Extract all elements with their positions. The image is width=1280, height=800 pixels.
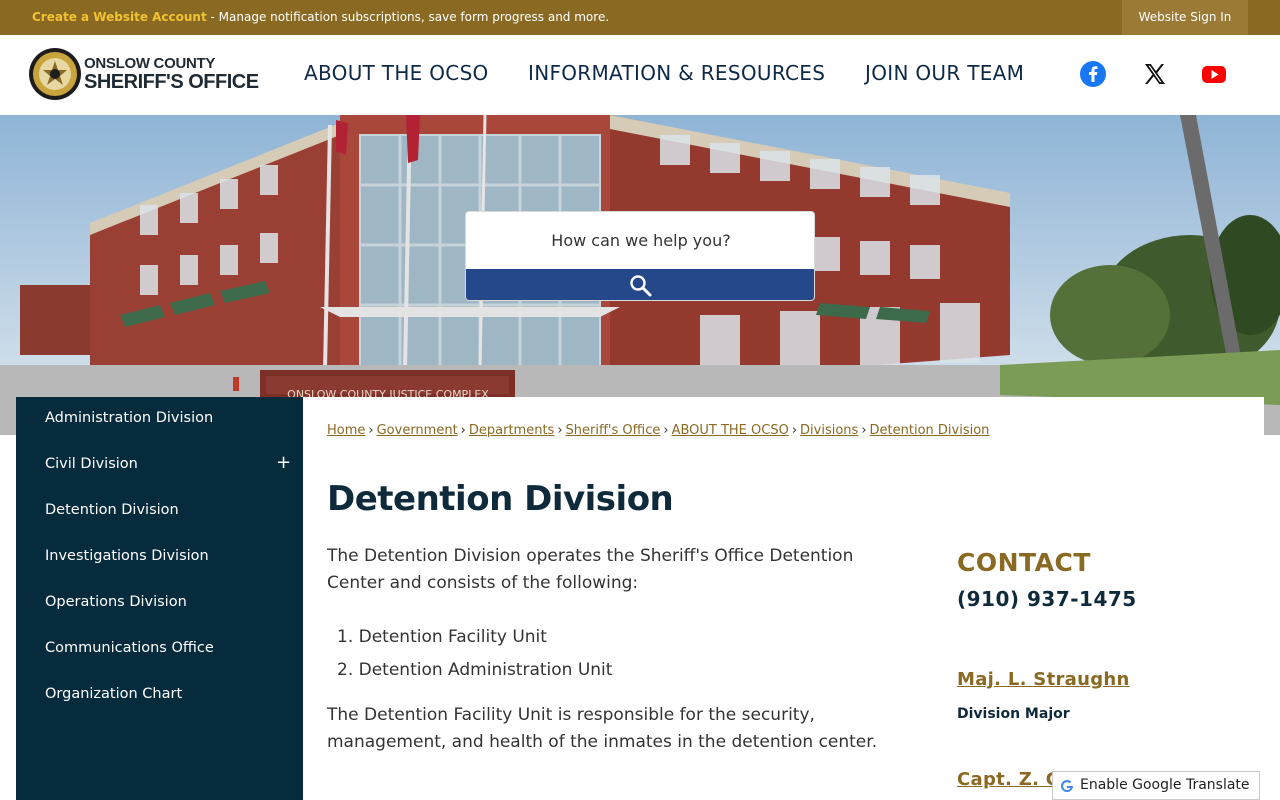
- facebook-icon[interactable]: [1080, 61, 1106, 87]
- account-message: Create a Website Account - Manage notifi…: [32, 10, 609, 24]
- sidebar-item-label: Administration Division: [45, 410, 214, 426]
- sidebar-item-label: Investigations Division: [45, 548, 209, 564]
- breadcrumb-separator: ›: [663, 423, 669, 438]
- youtube-icon[interactable]: [1201, 61, 1227, 87]
- nav-information-resources[interactable]: INFORMATION & RESOURCES: [528, 61, 825, 85]
- search-input[interactable]: [466, 212, 814, 269]
- list-item: 2. Detention Administration Unit: [337, 660, 613, 680]
- breadcrumb-separator: ›: [460, 423, 466, 438]
- breadcrumb-separator: ›: [791, 423, 798, 438]
- google-translate-button[interactable]: Enable Google Translate: [1052, 771, 1260, 800]
- breadcrumb: Home › Government › Departments › Sheriff's Of…: [327, 423, 989, 438]
- google-g-icon: [1059, 778, 1075, 794]
- site-search: [465, 211, 815, 301]
- sidebar-item-label: Civil Division: [45, 456, 138, 472]
- site-logo-text[interactable]: ONSLOW COUNTY SHERIFF'S OFFICE: [84, 55, 259, 93]
- sidebar-item-label: Communications Office: [45, 640, 214, 656]
- intro-paragraph: The Detention Division operates the Sher…: [327, 546, 854, 593]
- sidebar-item-organization-chart[interactable]: Organization Chart: [16, 673, 303, 719]
- breadcrumb-home[interactable]: Home: [327, 423, 365, 438]
- contact-heading: CONTACT: [957, 548, 1091, 577]
- sidebar-nav: Administration Division Civil Division +…: [16, 397, 303, 800]
- sidebar-item-communications-office[interactable]: Communications Office: [16, 627, 303, 673]
- contact-phone[interactable]: (910) 937-1475: [957, 587, 1137, 611]
- sidebar-item-operations-division[interactable]: Operations Division: [16, 581, 303, 627]
- breadcrumb-divisions[interactable]: Divisions: [800, 423, 858, 438]
- unit-list: 1. Detention Facility Unit 2. Detention …: [337, 621, 612, 687]
- sidebar-item-administration-division[interactable]: Administration Division: [16, 397, 303, 443]
- create-account-link[interactable]: Create a Website Account: [32, 10, 207, 24]
- breadcrumb-departments[interactable]: Departments: [469, 423, 554, 438]
- top-utility-bar: Create a Website Account - Manage notifi…: [0, 0, 1280, 35]
- facility-unit-paragraph: The Detention Facility Unit is responsib…: [327, 705, 878, 752]
- contact-person-link[interactable]: Maj. L. Straughn: [957, 669, 1130, 690]
- sidebar-item-label: Operations Division: [45, 594, 187, 610]
- sidebar-item-detention-division[interactable]: Detention Division: [16, 489, 303, 535]
- page-title: Detention Division: [327, 479, 674, 519]
- account-message-text: - Manage notification subscriptions, sav…: [206, 10, 610, 24]
- logo-office: SHERIFF'S OFFICE: [84, 71, 259, 93]
- sidebar-item-civil-division[interactable]: Civil Division +: [16, 443, 303, 489]
- search-icon: [630, 275, 652, 297]
- breadcrumb-sheriffs-office[interactable]: Sheriff's Office: [566, 423, 661, 438]
- breadcrumb-government[interactable]: Government: [377, 423, 458, 438]
- sidebar-item-label: Organization Chart: [45, 686, 183, 702]
- sidebar-item-investigations-division[interactable]: Investigations Division: [16, 535, 303, 581]
- sidebar-item-label: Detention Division: [45, 502, 179, 518]
- breadcrumb-detention-division[interactable]: Detention Division: [870, 423, 990, 438]
- site-header: ONSLOW COUNTY SHERIFF'S OFFICE ABOUT THE…: [0, 35, 1280, 115]
- main-content: Home › Government › Departments › Sheriff's Of…: [303, 397, 1264, 800]
- nav-join-our-team[interactable]: JOIN OUR TEAM: [865, 61, 1024, 85]
- nav-about[interactable]: ABOUT THE OCSO: [304, 61, 489, 85]
- sheriff-badge-logo[interactable]: [28, 47, 82, 101]
- translate-label: Enable Google Translate: [1080, 777, 1250, 793]
- breadcrumb-about-ocso[interactable]: ABOUT THE OCSO: [672, 423, 789, 438]
- contact-person-link[interactable]: Capt. Z. G: [957, 769, 1061, 790]
- expand-plus-icon[interactable]: +: [276, 452, 291, 473]
- website-sign-in-button[interactable]: Website Sign In: [1122, 0, 1248, 35]
- breadcrumb-separator: ›: [557, 423, 563, 438]
- breadcrumb-separator: ›: [368, 423, 374, 438]
- breadcrumb-separator: ›: [861, 423, 867, 438]
- search-button[interactable]: [466, 269, 814, 300]
- x-icon[interactable]: [1142, 61, 1168, 87]
- list-item: 1. Detention Facility Unit: [337, 627, 547, 647]
- contact-person-role: Division Major: [957, 706, 1070, 722]
